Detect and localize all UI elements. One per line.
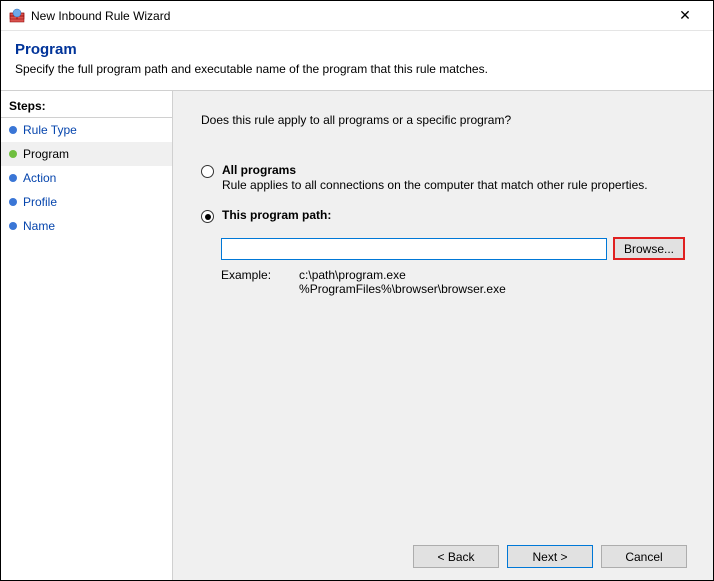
cancel-button[interactable]: Cancel (601, 545, 687, 568)
step-label: Action (23, 171, 56, 185)
bullet-icon (9, 222, 17, 230)
option-all-subtitle: Rule applies to all connections on the c… (222, 178, 648, 192)
program-path-row: Browse... (221, 237, 685, 260)
step-label: Rule Type (23, 123, 77, 137)
option-all-title: All programs (222, 163, 296, 177)
question-text: Does this rule apply to all programs or … (201, 113, 685, 127)
option-all-programs[interactable]: All programs Rule applies to all connect… (201, 163, 685, 192)
steps-heading: Steps: (1, 95, 172, 118)
close-icon: ✕ (679, 7, 691, 24)
body: Steps: Rule Type Program Action Profile … (1, 91, 713, 580)
step-label: Profile (23, 195, 57, 209)
step-action[interactable]: Action (1, 166, 172, 190)
step-label: Program (23, 147, 69, 161)
footer: < Back Next > Cancel (191, 535, 695, 580)
firewall-icon (9, 8, 25, 24)
main-panel: Does this rule apply to all programs or … (173, 91, 713, 580)
bullet-icon (9, 150, 17, 158)
bullet-icon (9, 126, 17, 134)
wizard-window: New Inbound Rule Wizard ✕ Program Specif… (0, 0, 714, 581)
radio-this-program-path[interactable] (201, 210, 214, 223)
program-path-input[interactable] (221, 238, 607, 260)
page-title: Program (15, 41, 699, 58)
radio-all-programs[interactable] (201, 165, 214, 178)
steps-sidebar: Steps: Rule Type Program Action Profile … (1, 91, 173, 580)
example-row: Example: c:\path\program.exe %ProgramFil… (221, 268, 685, 296)
option-all-text: All programs Rule applies to all connect… (222, 163, 648, 192)
option-path-text: This program path: (222, 208, 331, 222)
browse-button[interactable]: Browse... (613, 237, 685, 260)
option-this-program-path[interactable]: This program path: (201, 208, 685, 223)
step-label: Name (23, 219, 55, 233)
page-description: Specify the full program path and execut… (15, 62, 699, 76)
step-profile[interactable]: Profile (1, 190, 172, 214)
example-values: c:\path\program.exe %ProgramFiles%\brows… (299, 268, 506, 296)
back-button[interactable]: < Back (413, 545, 499, 568)
option-path-title: This program path: (222, 208, 331, 222)
example-label: Example: (221, 268, 271, 296)
window-title: New Inbound Rule Wizard (31, 9, 665, 23)
titlebar: New Inbound Rule Wizard ✕ (1, 1, 713, 31)
bullet-icon (9, 198, 17, 206)
close-button[interactable]: ✕ (665, 2, 705, 30)
step-program[interactable]: Program (1, 142, 172, 166)
bullet-icon (9, 174, 17, 182)
step-name[interactable]: Name (1, 214, 172, 238)
header: Program Specify the full program path an… (1, 31, 713, 91)
next-button[interactable]: Next > (507, 545, 593, 568)
step-rule-type[interactable]: Rule Type (1, 118, 172, 142)
